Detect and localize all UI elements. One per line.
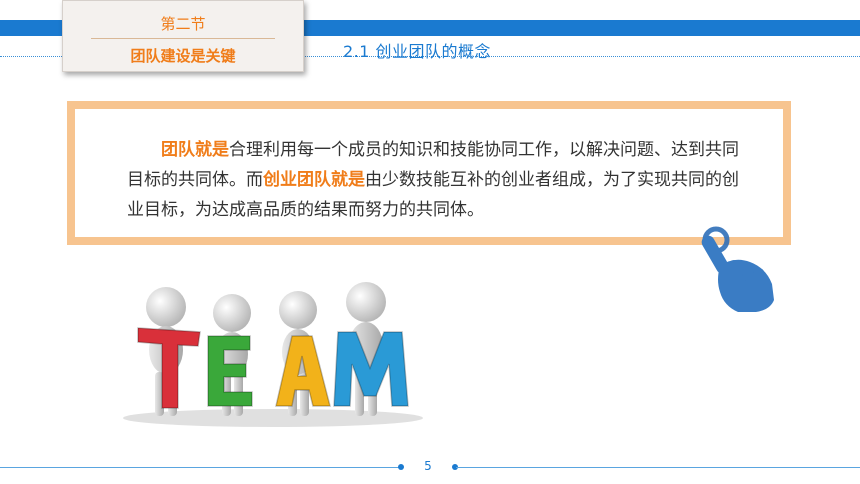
letter-t-shape: [137, 327, 201, 409]
section-number: 第二节: [160, 15, 206, 33]
pointing-hand-icon: [701, 226, 774, 312]
subsection-title: 2.1 创业团队的概念: [343, 42, 492, 61]
footer-rule-left: [0, 467, 400, 468]
team-illustration: [123, 282, 423, 427]
footer-dot-left: [398, 464, 404, 470]
section-title: 团队建设是关键: [130, 47, 236, 65]
definition-box: 团队就是合理利用每一个成员的知识和技能协同工作，以解决问题、达到共同目标的共同体…: [67, 101, 791, 245]
section-divider: [91, 38, 275, 39]
letter-e-shape: [207, 335, 253, 407]
page-number: 5: [424, 459, 432, 473]
definition-text: 团队就是合理利用每一个成员的知识和技能协同工作，以解决问题、达到共同目标的共同体…: [127, 135, 747, 225]
term-team: 团队就是: [161, 140, 229, 160]
term-startup-team: 创业团队就是: [263, 170, 365, 190]
definition-paragraph: 团队就是合理利用每一个成员的知识和技能协同工作，以解决问题、达到共同目标的共同体…: [127, 135, 747, 225]
footer-rule-right: [456, 467, 860, 468]
section-card: 第二节 团队建设是关键: [62, 0, 304, 72]
